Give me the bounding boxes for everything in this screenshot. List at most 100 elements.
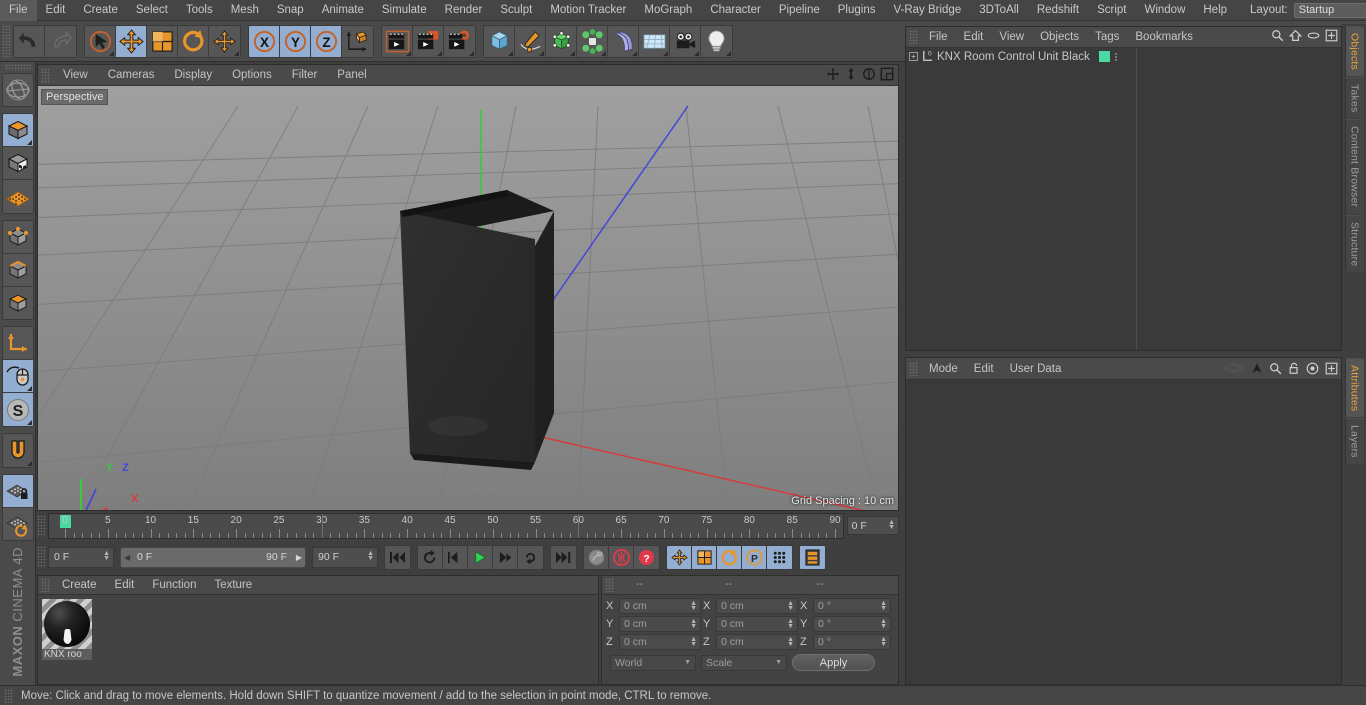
viewport-canvas[interactable]: Perspective Y Z X Grid Spacing : 10 cm <box>38 86 898 510</box>
render-settings-icon[interactable] <box>444 25 475 57</box>
edge-mode-icon[interactable] <box>2 253 33 287</box>
target-icon[interactable] <box>1306 362 1319 378</box>
editable-object-icon[interactable] <box>2 114 33 148</box>
tab-takes[interactable]: Takes <box>1344 77 1364 119</box>
coord-rot-y-input[interactable]: 0 ° ▲ ▼ <box>813 616 891 632</box>
spinner-icon[interactable]: ▲ ▼ <box>880 600 887 612</box>
rotate-viewport-icon[interactable] <box>862 67 876 84</box>
range-right-arrow-icon[interactable]: ▶ <box>296 553 302 562</box>
spinner-icon[interactable]: ▲ ▼ <box>787 600 794 612</box>
record-scale-icon[interactable] <box>692 545 717 569</box>
tab-content-browser[interactable]: Content Browser <box>1344 119 1364 214</box>
home-icon[interactable] <box>1288 29 1303 45</box>
viewport-menu-options[interactable]: Options <box>222 69 282 81</box>
enable-snapping-s-icon[interactable]: S <box>2 393 33 426</box>
workplane-lock-icon[interactable] <box>2 474 33 508</box>
object-manager-grip[interactable] <box>909 30 918 44</box>
viewport-menu-cameras[interactable]: Cameras <box>98 69 165 81</box>
preview-range-bar[interactable]: ◀ 0 F 90 F ▶ <box>120 546 306 568</box>
model-mode-icon[interactable] <box>2 147 33 181</box>
object-tag-swatch[interactable] <box>1098 51 1110 62</box>
coord-pos-y-input[interactable]: 0 cm ▲ ▼ <box>619 616 701 632</box>
pin-arrow-icon[interactable] <box>1251 362 1263 378</box>
object-tree-row[interactable]: + 0 KNX Room Control Unit Black <box>906 48 1341 65</box>
spinner-icon[interactable]: ▲ ▼ <box>690 636 697 648</box>
move-alt-icon[interactable] <box>209 25 240 57</box>
coordinates-grip[interactable] <box>605 578 614 592</box>
coord-size-z-input[interactable]: 0 cm ▲ ▼ <box>716 634 798 650</box>
record-position-icon[interactable] <box>667 545 692 569</box>
search-icon[interactable] <box>1269 362 1282 378</box>
object-menu-bookmarks[interactable]: Bookmarks <box>1127 31 1201 43</box>
play-forward-icon[interactable] <box>468 545 493 569</box>
viewport-menu-display[interactable]: Display <box>164 69 222 81</box>
material-menu-texture[interactable]: Texture <box>205 579 261 591</box>
play-reverse-icon[interactable] <box>443 545 468 569</box>
step-back-keyframe-icon[interactable] <box>418 545 443 569</box>
array-modeling-icon[interactable] <box>577 25 608 57</box>
coord-pos-z-input[interactable]: 0 cm ▲ ▼ <box>619 634 701 650</box>
polygon-mode-icon[interactable] <box>2 286 33 320</box>
timeline-ruler[interactable]: 051015202530354045505560657075808590 <box>48 513 844 539</box>
step-forward-icon[interactable] <box>493 545 518 569</box>
world-axis-globe-icon[interactable] <box>2 73 33 107</box>
autokeying-icon[interactable] <box>609 545 634 569</box>
record-active-objects-icon[interactable] <box>584 545 609 569</box>
object-dots-icon[interactable] <box>1113 52 1120 61</box>
scale-tool-icon[interactable] <box>147 25 178 57</box>
attribute-menu-mode[interactable]: Mode <box>921 363 966 375</box>
axis-y-icon[interactable]: Y <box>280 25 311 57</box>
coord-pos-x-input[interactable]: 0 cm ▲ ▼ <box>619 598 701 614</box>
viewport-grip[interactable] <box>41 67 50 83</box>
spinner-icon[interactable]: ▲ ▼ <box>880 636 887 648</box>
timeline-current-frame-field[interactable]: 0 F ▲ ▼ <box>846 516 899 535</box>
pan-viewport-icon[interactable] <box>826 67 840 84</box>
record-rotation-icon[interactable] <box>717 545 742 569</box>
material-item[interactable]: KNX roo <box>42 599 92 660</box>
menu-item-pipeline[interactable]: Pipeline <box>770 0 829 21</box>
move-tool-icon[interactable] <box>116 25 147 57</box>
menu-item-help[interactable]: Help <box>1194 0 1236 21</box>
nurbs-generator-icon[interactable] <box>546 25 577 57</box>
menu-item-select[interactable]: Select <box>127 0 177 21</box>
go-to-start-icon[interactable] <box>385 545 410 569</box>
attribute-manager-grip[interactable] <box>909 361 918 376</box>
object-tree[interactable]: + 0 KNX Room Control Unit Black <box>906 48 1341 350</box>
material-thumbnail[interactable] <box>42 599 92 649</box>
spinner-icon[interactable]: ▲ ▼ <box>103 550 110 562</box>
menu-item-redshift[interactable]: Redshift <box>1028 0 1088 21</box>
material-menu-create[interactable]: Create <box>53 579 106 591</box>
timeline-dopesheet-icon[interactable] <box>800 545 825 569</box>
tab-layers[interactable]: Layers <box>1344 418 1364 465</box>
attribute-menu-edit[interactable]: Edit <box>966 363 1002 375</box>
keyframe-selection-icon[interactable]: ? <box>634 545 659 569</box>
go-to-end-icon[interactable] <box>551 545 576 569</box>
material-manager-grip[interactable] <box>41 578 50 592</box>
menu-item-edit[interactable]: Edit <box>37 0 75 21</box>
toolbar-grip[interactable] <box>2 25 11 57</box>
menu-item-mesh[interactable]: Mesh <box>222 0 268 21</box>
menu-item-motion-tracker[interactable]: Motion Tracker <box>541 0 635 21</box>
redo-icon[interactable] <box>45 25 76 57</box>
record-param-icon[interactable]: P <box>742 545 767 569</box>
transform-mode-select[interactable]: Scale ▼ <box>701 654 787 671</box>
spline-pen-icon[interactable] <box>515 25 546 57</box>
undo-icon[interactable] <box>14 25 45 57</box>
material-menu-function[interactable]: Function <box>143 579 205 591</box>
menu-item-window[interactable]: Window <box>1135 0 1194 21</box>
viewport-menu-view[interactable]: View <box>53 69 98 81</box>
left-toolbar-grip[interactable] <box>4 64 31 71</box>
range-left-arrow-icon[interactable]: ◀ <box>124 553 130 562</box>
coordinate-system-select[interactable]: World ▼ <box>610 654 696 671</box>
viewport-menu-panel[interactable]: Panel <box>327 69 376 81</box>
layout-select[interactable]: Startup ▼ <box>1293 2 1366 18</box>
menu-item-character[interactable]: Character <box>701 0 770 21</box>
new-window-icon[interactable] <box>1325 29 1338 45</box>
spinner-icon[interactable]: ▲ ▼ <box>787 618 794 630</box>
axis-x-icon[interactable]: X <box>249 25 280 57</box>
rotate-tool-icon[interactable] <box>178 25 209 57</box>
coord-size-y-input[interactable]: 0 cm ▲ ▼ <box>716 616 798 632</box>
timeline-grip[interactable] <box>37 515 46 537</box>
point-mode-icon[interactable] <box>2 220 33 254</box>
menu-item-render[interactable]: Render <box>436 0 492 21</box>
